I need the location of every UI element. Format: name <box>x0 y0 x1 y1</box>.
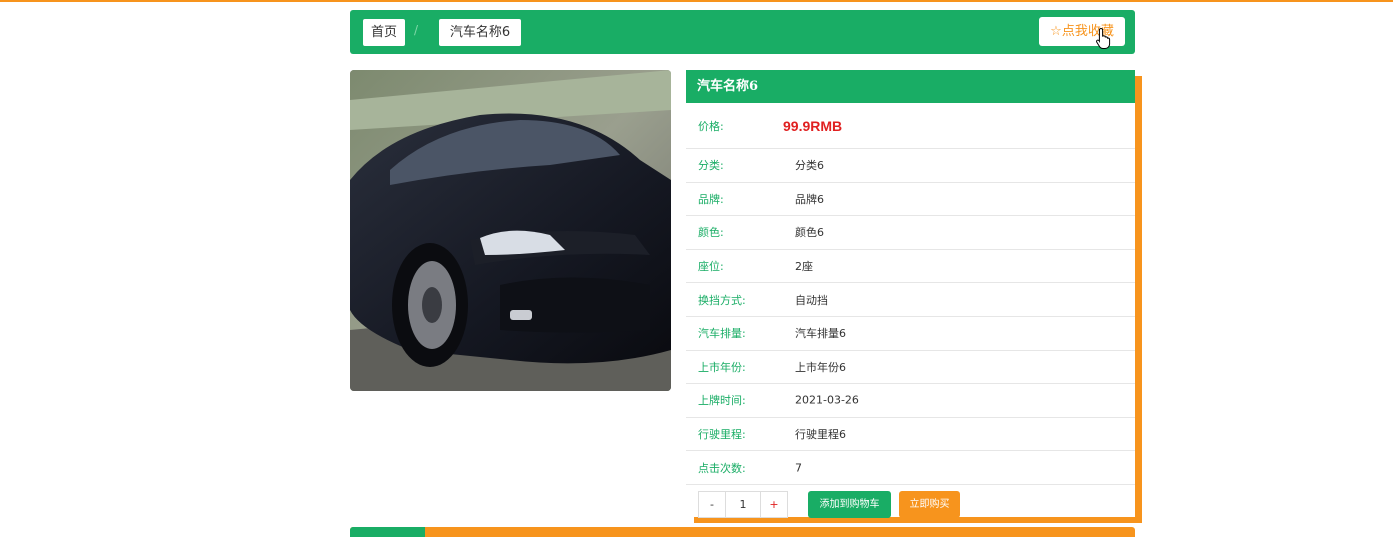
breadcrumb-home-link[interactable]: 首页 <box>363 19 405 46</box>
spec-label: 座位: <box>698 260 724 274</box>
spec-value: 分类6 <box>795 159 824 173</box>
quantity-decrease-button[interactable]: - <box>699 491 726 517</box>
spec-row-transmission: 换挡方式: 自动挡 <box>686 283 1135 317</box>
purchase-actions: - + 添加到购物车 立即购买 <box>686 485 1135 521</box>
spec-value: 自动挡 <box>795 293 828 307</box>
bottom-tab-active[interactable] <box>350 527 425 537</box>
add-to-cart-button[interactable]: 添加到购物车 <box>808 490 891 518</box>
spec-value: 上市年份6 <box>795 360 846 374</box>
spec-label: 上市年份: <box>698 360 746 374</box>
quantity-input[interactable] <box>726 491 760 517</box>
spec-row-mileage: 行驶里程: 行驶里程6 <box>686 418 1135 452</box>
buy-now-button[interactable]: 立即购买 <box>899 490 960 518</box>
spec-value: 2座 <box>795 260 813 274</box>
price-row: 价格: 99.9RMB <box>686 103 1135 149</box>
breadcrumb-current: 汽车名称6 <box>439 19 521 46</box>
spec-row-click-count: 点击次数: 7 <box>686 451 1135 485</box>
spec-value: 行驶里程6 <box>795 428 846 442</box>
spec-label: 品牌: <box>698 192 724 206</box>
spec-label: 颜色: <box>698 226 724 240</box>
spec-label: 点击次数: <box>698 461 746 475</box>
spec-label: 分类: <box>698 159 724 173</box>
spec-value: 2021-03-26 <box>795 393 859 407</box>
spec-row-release-year: 上市年份: 上市年份6 <box>686 351 1135 385</box>
car-illustration <box>350 70 671 391</box>
spec-value: 7 <box>795 461 802 475</box>
spec-row-registration-date: 上牌时间: 2021-03-26 <box>686 384 1135 418</box>
spec-row-displacement: 汽车排量: 汽车排量6 <box>686 317 1135 351</box>
spec-value: 颜色6 <box>795 226 824 240</box>
product-title: 汽车名称6 <box>686 70 1135 103</box>
breadcrumb-separator: / <box>414 23 419 37</box>
spec-label: 汽车排量: <box>698 327 746 341</box>
spec-value: 品牌6 <box>795 192 824 206</box>
hand-cursor-icon <box>1096 27 1111 49</box>
spec-label: 换挡方式: <box>698 293 746 307</box>
spec-row-color: 颜色: 颜色6 <box>686 216 1135 250</box>
quantity-stepper: - + <box>698 490 788 518</box>
breadcrumb: 首页 / 汽车名称6 ☆点我收藏 <box>350 10 1135 54</box>
spec-row-seats: 座位: 2座 <box>686 250 1135 284</box>
car-photo <box>350 70 671 391</box>
spec-label: 行驶里程: <box>698 428 746 442</box>
spec-value: 汽车排量6 <box>795 327 846 341</box>
bottom-section-tabs <box>350 527 1135 537</box>
product-detail-card: 汽车名称6 价格: 99.9RMB 分类: 分类6 品牌: 品牌6 颜色: 颜色… <box>686 70 1135 518</box>
quantity-increase-button[interactable]: + <box>760 491 787 517</box>
spec-row-category: 分类: 分类6 <box>686 149 1135 183</box>
price-label: 价格: <box>698 119 724 133</box>
spec-row-brand: 品牌: 品牌6 <box>686 183 1135 217</box>
spec-label: 上牌时间: <box>698 394 746 408</box>
top-accent-line <box>0 0 1393 2</box>
price-value: 99.9RMB <box>783 117 843 134</box>
